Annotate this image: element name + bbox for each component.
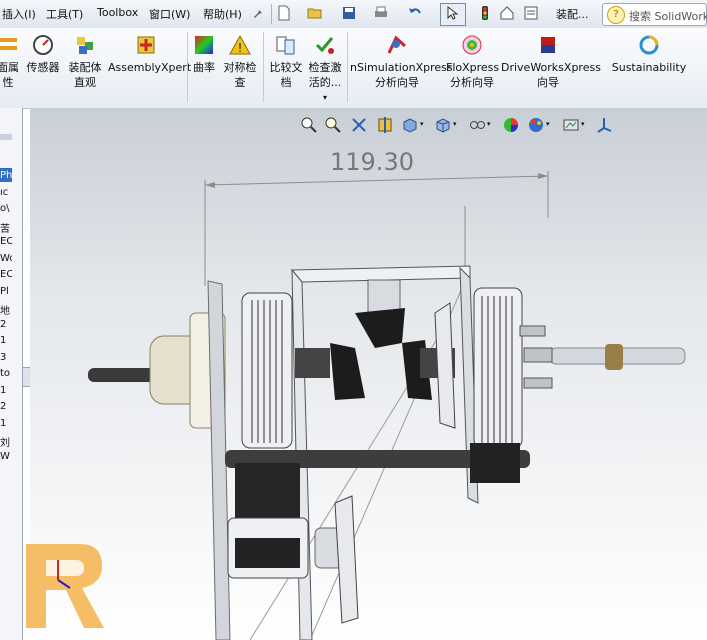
help-search-icon: ? xyxy=(607,6,625,24)
simulationxpress-command[interactable]: nSimulationXpress 分析向导 xyxy=(350,34,453,89)
document-props-icon[interactable] xyxy=(523,5,539,21)
sensor-command[interactable]: 传感器 xyxy=(24,34,62,74)
model-canvas xyxy=(88,171,686,640)
curvature-command[interactable]: 曲率 xyxy=(190,34,218,74)
driveworksxpress-command[interactable]: DriveWorksXpress 向导 xyxy=(501,34,601,89)
floxpress-icon xyxy=(462,35,482,55)
feature-tree-item[interactable]: Pl xyxy=(0,286,12,297)
command-label: Sustainability xyxy=(611,61,687,74)
feature-tree-item[interactable]: 3 xyxy=(0,352,12,363)
command-label-2: 查 xyxy=(234,76,246,89)
feature-tree-item[interactable]: 2 xyxy=(0,401,12,412)
symmetry-check-icon: ! xyxy=(229,34,251,55)
feature-tree-item[interactable]: W xyxy=(0,451,12,462)
feature-tree-item[interactable]: Ph xyxy=(0,170,12,181)
feature-manager-panel[interactable]: Phıco\苦ECWoECPl地213to121刘W xyxy=(0,108,23,640)
save-icon[interactable] xyxy=(341,5,357,21)
pin-icon[interactable] xyxy=(251,5,267,21)
compare-documents-icon xyxy=(276,36,295,55)
assemblyxpert-command[interactable]: AssemblyXpert xyxy=(108,34,192,74)
feature-tree-item[interactable]: Wo xyxy=(0,253,12,264)
command-manager: 面属 性 传感器 装配体 直观 AssemblyXpert 曲率 ! 对称检 查… xyxy=(0,28,707,109)
command-label-2: 性 xyxy=(2,76,14,89)
sustainability-icon xyxy=(639,35,659,55)
open-folder-icon[interactable] xyxy=(307,5,323,21)
feature-tree-item[interactable]: to xyxy=(0,368,12,379)
menu-tools[interactable]: 工具(T) xyxy=(46,6,83,22)
search-label: 搜索 SolidWorks xyxy=(629,10,707,23)
properties-icon xyxy=(0,38,17,50)
command-label: AssemblyXpert xyxy=(108,61,192,74)
command-label-2: 活的... xyxy=(308,76,342,89)
menu-help[interactable]: 帮助(H) xyxy=(203,6,242,22)
select-arrow-icon[interactable] xyxy=(444,5,460,21)
graphics-viewport[interactable]: ▾ ▾ ▾ ▾ ▾ 119.30 xyxy=(30,108,707,640)
menu-bar: 插入(I) 工具(T) Toolbox 窗口(W) 帮助(H) 装配... ? … xyxy=(0,0,707,29)
menu-window[interactable]: 窗口(W) xyxy=(149,6,190,22)
curvature-icon xyxy=(195,36,213,54)
feature-tree-item[interactable]: EC xyxy=(0,236,12,247)
feature-tree-item[interactable]: o\ xyxy=(0,203,12,214)
watermark-logo xyxy=(26,544,104,628)
feature-tree-item[interactable]: ıc xyxy=(0,187,12,198)
dimension-label[interactable]: 119.30 xyxy=(330,148,414,176)
menu-insert[interactable]: 插入(I) xyxy=(2,6,36,22)
new-document-icon[interactable] xyxy=(276,5,292,21)
check-active-command[interactable]: 检查激 活的... ▾ xyxy=(306,34,344,104)
command-label: 传感器 xyxy=(26,61,60,74)
feature-tree-item[interactable]: EC xyxy=(0,269,12,280)
traffic-light-icon[interactable] xyxy=(477,5,493,21)
sustainability-command[interactable]: Sustainability xyxy=(609,34,689,74)
command-label-2: 分析向导 xyxy=(450,76,494,89)
simulationxpress-icon xyxy=(387,35,406,54)
print-icon[interactable] xyxy=(373,5,389,21)
command-label-2: 直观 xyxy=(74,76,96,89)
command-label: 装配体 xyxy=(68,61,102,74)
compare-documents-command[interactable]: 比较文 档 xyxy=(266,34,306,89)
check-active-icon xyxy=(315,37,334,54)
command-label: 比较文 xyxy=(269,61,303,74)
feature-tree-item[interactable]: 刘 xyxy=(0,434,12,449)
home-options-icon[interactable] xyxy=(499,5,515,21)
driveworksxpress-icon xyxy=(541,37,555,53)
command-label: 面属 xyxy=(0,61,19,74)
command-label: 对称检 xyxy=(223,61,257,74)
svg-text:!: ! xyxy=(238,41,243,55)
assembly-visualization-icon xyxy=(77,37,93,54)
floxpress-command[interactable]: FloXpress 分析向导 xyxy=(446,34,500,89)
command-label: 检查激 xyxy=(308,61,342,74)
search-box[interactable]: ? 搜索 SolidWorks xyxy=(602,3,707,26)
feature-tree-item[interactable]: 2 xyxy=(0,319,12,330)
symmetry-check-command[interactable]: ! 对称检 查 xyxy=(220,34,260,89)
command-label: FloXpress xyxy=(446,61,500,74)
feature-tree-item[interactable]: 地 xyxy=(0,302,12,317)
command-label-2: 向导 xyxy=(537,76,559,89)
face-properties-command[interactable]: 面属 性 xyxy=(0,34,22,89)
menu-toolbox[interactable]: Toolbox xyxy=(97,6,138,19)
command-label-2: 分析向导 xyxy=(375,76,419,89)
assemblyxpert-icon xyxy=(137,36,155,54)
assembly-visualization-command[interactable]: 装配体 直观 xyxy=(64,34,106,89)
sensor-icon xyxy=(33,35,53,55)
assembly-menu[interactable]: 装配... xyxy=(556,6,589,22)
undo-icon[interactable] xyxy=(407,5,423,21)
feature-tree-item[interactable]: 1 xyxy=(0,335,12,346)
feature-tree-item[interactable]: 1 xyxy=(0,418,12,429)
dropdown-arrow[interactable]: ▾ xyxy=(306,91,344,104)
command-label: DriveWorksXpress xyxy=(501,61,601,74)
command-label: 曲率 xyxy=(193,61,215,74)
feature-tree-item[interactable]: 1 xyxy=(0,385,12,396)
command-label: nSimulationXpress xyxy=(350,61,453,74)
command-label-2: 档 xyxy=(280,76,292,89)
feature-tree-item[interactable]: 苦 xyxy=(0,220,12,235)
